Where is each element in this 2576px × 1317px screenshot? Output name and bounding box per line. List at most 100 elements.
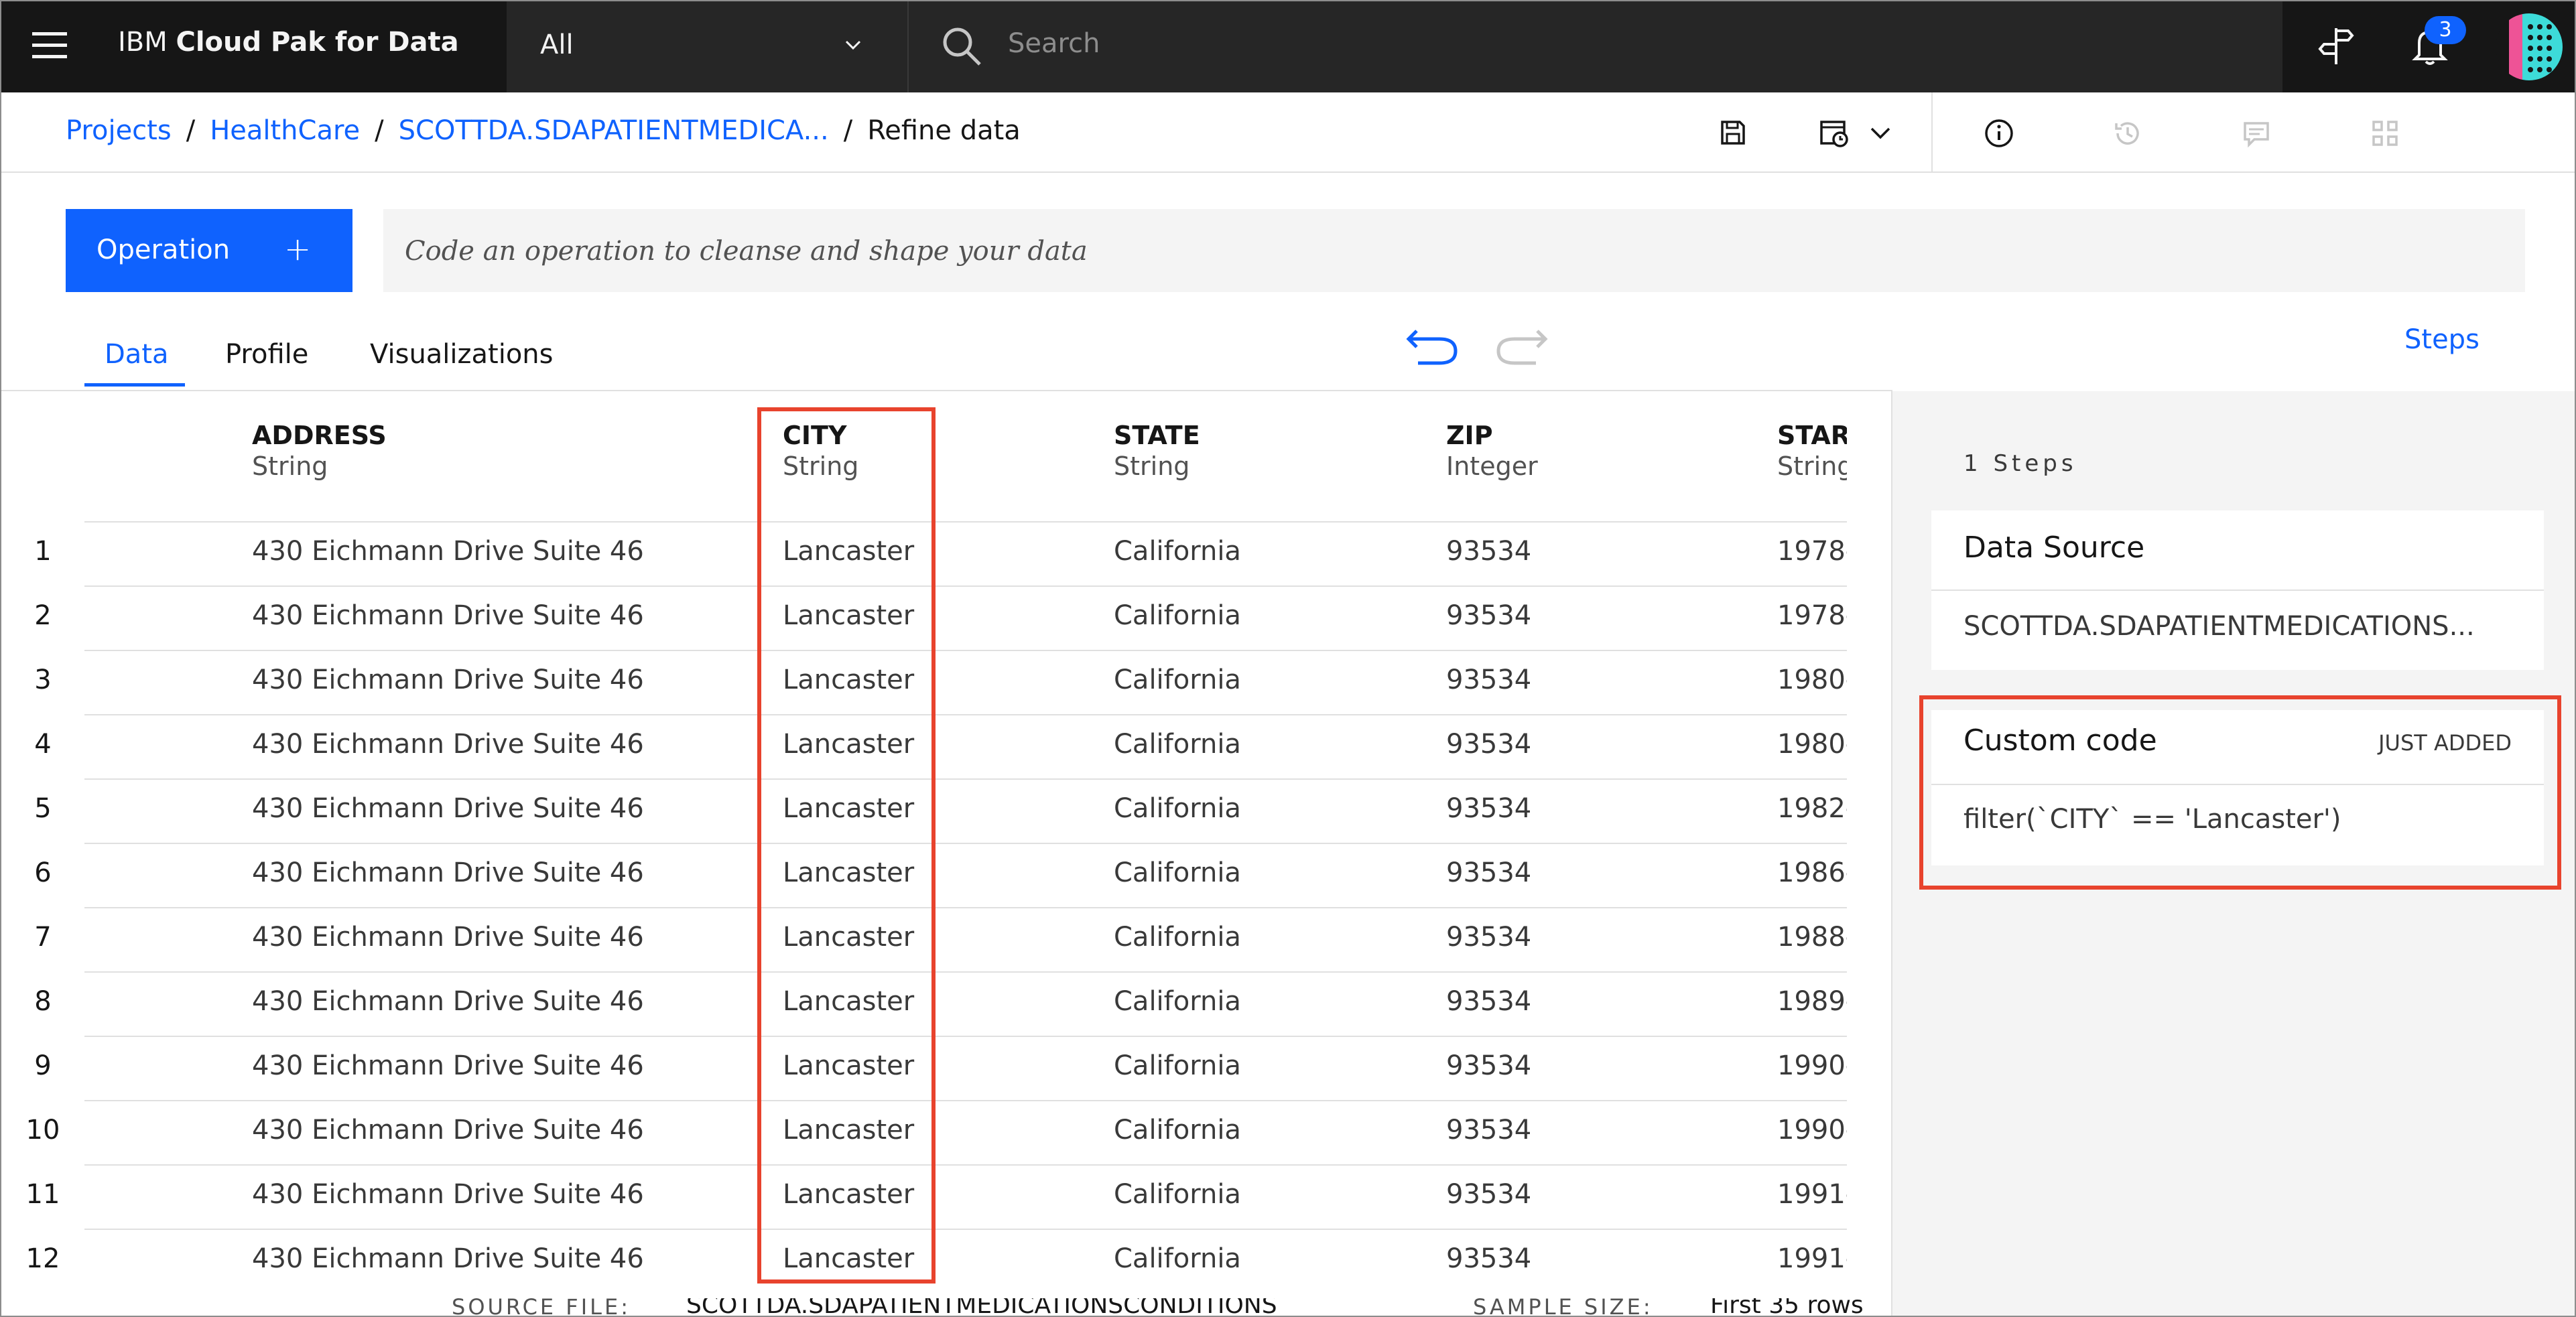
table-overflow-edge xyxy=(1847,391,1891,1316)
row-number: 6 xyxy=(34,857,52,888)
notification-count-badge: 3 xyxy=(2425,16,2466,44)
cell-state[interactable]: California xyxy=(1114,665,1241,695)
cell-zip[interactable]: 93534 xyxy=(1446,1243,1531,1274)
cell-zip[interactable]: 93534 xyxy=(1446,536,1531,567)
step-data-source[interactable]: Data Source SCOTTDA.SDAPATIENTMEDICATION… xyxy=(1931,510,2544,670)
cell-zip[interactable]: 93534 xyxy=(1446,857,1531,888)
cell-state[interactable]: California xyxy=(1114,857,1241,888)
undo-icon[interactable] xyxy=(1405,323,1461,370)
chevron-down-icon[interactable] xyxy=(1870,126,1891,141)
cell-state[interactable]: California xyxy=(1114,922,1241,953)
cell-state[interactable]: California xyxy=(1114,1050,1241,1081)
cell-state[interactable]: California xyxy=(1114,1115,1241,1146)
active-tab-indicator xyxy=(84,383,185,387)
save-icon[interactable] xyxy=(1718,118,1748,147)
row-divider xyxy=(84,521,1854,523)
sample-size-label: SAMPLE SIZE: xyxy=(1473,1298,1653,1317)
row-number-column: 1 2 3 4 5 6 7 8 9 10 11 12 xyxy=(1,391,84,1316)
operation-button[interactable]: Operation + xyxy=(66,209,352,292)
code-operation-input[interactable]: Code an operation to cleanse and shape y… xyxy=(383,209,2525,292)
info-icon[interactable] xyxy=(1984,118,2014,149)
cell-state[interactable]: California xyxy=(1114,986,1241,1017)
column-name: STATE xyxy=(1114,421,1200,450)
cell-zip[interactable]: 93534 xyxy=(1446,729,1531,760)
city-column-highlight xyxy=(757,407,936,1284)
cell-zip[interactable]: 93534 xyxy=(1446,665,1531,695)
cell-address[interactable]: 430 Eichmann Drive Suite 46 xyxy=(252,1115,644,1146)
row-number: 3 xyxy=(34,665,52,695)
row-number: 12 xyxy=(25,1243,60,1274)
row-number: 8 xyxy=(34,986,52,1017)
tab-profile[interactable]: Profile xyxy=(225,339,308,370)
row-divider xyxy=(84,1229,1854,1230)
avatar-pattern-icon xyxy=(2496,13,2563,80)
breadcrumb-projects[interactable]: Projects xyxy=(66,115,172,146)
cell-state[interactable]: California xyxy=(1114,1243,1241,1274)
cell-state[interactable]: California xyxy=(1114,600,1241,631)
cell-state[interactable]: California xyxy=(1114,1179,1241,1210)
app-switcher-icon xyxy=(2372,121,2398,146)
cell-state[interactable]: California xyxy=(1114,793,1241,824)
column-name: ADDRESS xyxy=(252,421,387,450)
column-type: String xyxy=(252,452,328,481)
column-header-zip[interactable]: ZIP Integer xyxy=(1446,421,1538,481)
row-divider xyxy=(84,778,1854,780)
cell-address[interactable]: 430 Eichmann Drive Suite 46 xyxy=(252,922,644,953)
row-number: 4 xyxy=(34,729,52,760)
app-window: IBM Cloud Pak for Data All Search 3 Proj… xyxy=(0,0,2576,1317)
search-scope-dropdown[interactable]: All xyxy=(507,1,909,92)
column-header-address[interactable]: ADDRESS String xyxy=(252,421,387,481)
cell-address[interactable]: 430 Eichmann Drive Suite 46 xyxy=(252,600,644,631)
steps-toggle-link[interactable]: Steps xyxy=(2404,324,2480,355)
scope-value: All xyxy=(540,29,574,60)
breadcrumb-healthcare[interactable]: HealthCare xyxy=(210,115,360,146)
cell-address[interactable]: 430 Eichmann Drive Suite 46 xyxy=(252,1243,644,1274)
row-divider xyxy=(84,907,1854,908)
row-divider xyxy=(84,714,1854,715)
product-brand[interactable]: IBM Cloud Pak for Data xyxy=(118,27,459,58)
step-value: SCOTTDA.SDAPATIENTMEDICATIONS... xyxy=(1963,611,2475,642)
cell-zip[interactable]: 93534 xyxy=(1446,793,1531,824)
tab-visualizations[interactable]: Visualizations xyxy=(370,339,554,370)
cell-address[interactable]: 430 Eichmann Drive Suite 46 xyxy=(252,986,644,1017)
cell-zip[interactable]: 93534 xyxy=(1446,986,1531,1017)
row-number: 5 xyxy=(34,793,52,824)
cell-address[interactable]: 430 Eichmann Drive Suite 46 xyxy=(252,1050,644,1081)
page-header: Projects / HealthCare / SCOTTDA.SDAPATIENTME… xyxy=(1,92,2575,173)
chevron-down-icon xyxy=(845,40,861,50)
cell-address[interactable]: 430 Eichmann Drive Suite 46 xyxy=(252,536,644,567)
search-input[interactable]: Search xyxy=(909,1,2282,92)
row-divider xyxy=(84,1036,1854,1037)
code-operation-placeholder: Code an operation to cleanse and shape y… xyxy=(405,236,1088,267)
cell-address[interactable]: 430 Eichmann Drive Suite 46 xyxy=(252,665,644,695)
cell-zip[interactable]: 93534 xyxy=(1446,1050,1531,1081)
column-type: Integer xyxy=(1446,452,1538,481)
signpost-icon[interactable] xyxy=(2316,24,2356,67)
cell-address[interactable]: 430 Eichmann Drive Suite 46 xyxy=(252,729,644,760)
breadcrumb-asset[interactable]: SCOTTDA.SDAPATIENTMEDICA... xyxy=(399,115,829,146)
cell-state[interactable]: California xyxy=(1114,536,1241,567)
tab-data[interactable]: Data xyxy=(105,339,169,370)
cell-zip[interactable]: 93534 xyxy=(1446,600,1531,631)
cell-zip[interactable]: 93534 xyxy=(1446,922,1531,953)
schedule-job-icon[interactable] xyxy=(1819,118,1852,149)
plus-icon: + xyxy=(284,230,312,268)
breadcrumb-separator: / xyxy=(843,115,853,146)
cell-zip[interactable]: 93534 xyxy=(1446,1115,1531,1146)
cell-zip[interactable]: 93534 xyxy=(1446,1179,1531,1210)
user-avatar[interactable] xyxy=(2496,13,2563,80)
cell-address[interactable]: 430 Eichmann Drive Suite 46 xyxy=(252,793,644,824)
custom-code-highlight xyxy=(1919,695,2561,890)
row-number: 11 xyxy=(25,1179,60,1210)
breadcrumb-current: Refine data xyxy=(867,115,1021,146)
cell-address[interactable]: 430 Eichmann Drive Suite 46 xyxy=(252,1179,644,1210)
cell-state[interactable]: California xyxy=(1114,729,1241,760)
breadcrumb: Projects / HealthCare / SCOTTDA.SDAPATIENTME… xyxy=(66,115,1021,146)
brand-name: Cloud Pak for Data xyxy=(176,27,459,58)
row-number: 7 xyxy=(34,922,52,953)
menu-icon[interactable] xyxy=(32,32,67,59)
cell-address[interactable]: 430 Eichmann Drive Suite 46 xyxy=(252,857,644,888)
header-divider xyxy=(1931,92,1933,171)
row-divider xyxy=(84,843,1854,844)
column-header-state[interactable]: STATE String xyxy=(1114,421,1200,481)
